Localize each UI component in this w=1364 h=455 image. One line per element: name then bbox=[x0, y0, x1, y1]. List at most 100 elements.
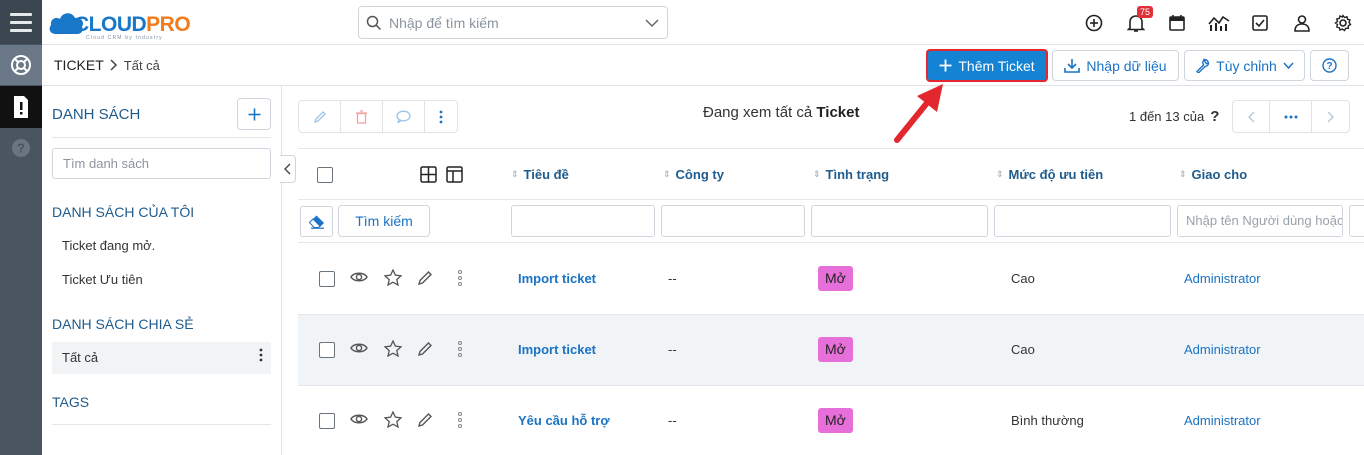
filter-priority-input[interactable] bbox=[994, 205, 1171, 237]
column-header-title[interactable]: ⇕ Tiêu đề bbox=[511, 167, 569, 182]
ticket-assignee-link[interactable]: Administrator bbox=[1184, 413, 1261, 428]
filter-company-input[interactable] bbox=[661, 205, 805, 237]
list-panel: DANH SÁCH Tìm danh sách DANH SÁCH CỦA TÔ… bbox=[42, 86, 282, 455]
user-profile-icon[interactable] bbox=[1281, 0, 1323, 45]
pager-total-help[interactable]: ? bbox=[1210, 108, 1219, 125]
add-circle-icon[interactable] bbox=[1074, 0, 1116, 45]
chevron-down-icon[interactable] bbox=[637, 18, 667, 28]
ticket-title-link[interactable]: Import ticket bbox=[518, 271, 596, 286]
more-vertical-icon[interactable] bbox=[458, 412, 462, 431]
add-ticket-button[interactable]: Thêm Ticket bbox=[926, 49, 1048, 82]
breadcrumb-view: Tất cả bbox=[123, 57, 160, 73]
ticket-module-icon[interactable] bbox=[0, 86, 42, 128]
clear-filter-eraser-icon[interactable] bbox=[300, 206, 333, 237]
comment-icon[interactable] bbox=[383, 101, 425, 132]
ticket-title-link[interactable]: Yêu cầu hỗ trợ bbox=[518, 413, 610, 428]
table-row[interactable]: Import ticket -- Mở Cao Administrator bbox=[298, 244, 1364, 315]
list-search-input[interactable]: Tìm danh sách bbox=[52, 148, 271, 179]
wrench-icon bbox=[1196, 58, 1210, 73]
ticket-priority: Bình thường bbox=[1011, 413, 1084, 428]
row-checkbox[interactable] bbox=[319, 342, 335, 358]
divider bbox=[52, 137, 271, 138]
breadcrumb-bar: TICKET Tất cả Thêm Ticket Nhập dữ liệu T… bbox=[42, 45, 1364, 86]
filter-title-input[interactable] bbox=[511, 205, 655, 237]
pager-text: 1 đến 13 của bbox=[1129, 109, 1205, 124]
pager-info: 1 đến 13 của? bbox=[1129, 108, 1219, 125]
list-item-open-tickets[interactable]: Ticket đang mở. bbox=[52, 230, 271, 262]
page-jump-button[interactable] bbox=[1270, 101, 1312, 132]
status-badge: Mở bbox=[818, 337, 853, 362]
more-vertical-icon[interactable] bbox=[458, 341, 462, 360]
notification-bell-icon[interactable]: 75 bbox=[1115, 0, 1157, 45]
cloudpro-logo[interactable]: CLOUDPRO Cloud CRM by Industry bbox=[48, 6, 208, 41]
tasks-checkbox-icon[interactable] bbox=[1240, 0, 1282, 45]
menu-icon[interactable] bbox=[0, 0, 42, 44]
breadcrumb-module[interactable]: TICKET bbox=[54, 57, 104, 73]
filter-assignee-input[interactable]: Nhập tên Người dùng hoặc Nhóm bbox=[1177, 205, 1343, 237]
edit-pencil-icon[interactable] bbox=[417, 341, 433, 360]
chevron-left-icon bbox=[1247, 111, 1254, 122]
add-list-button[interactable] bbox=[237, 98, 271, 130]
view-eye-icon[interactable] bbox=[350, 412, 368, 429]
search-input[interactable]: Nhập để tìm kiếm bbox=[389, 15, 637, 31]
star-icon[interactable] bbox=[383, 410, 403, 431]
view-eye-icon[interactable] bbox=[350, 341, 368, 358]
question-circle-icon: ? bbox=[1322, 58, 1337, 73]
filter-status-input[interactable] bbox=[811, 205, 988, 237]
ticket-title-link[interactable]: Import ticket bbox=[518, 342, 596, 357]
view-eye-icon[interactable] bbox=[350, 270, 368, 287]
search-icon bbox=[359, 15, 389, 31]
more-vertical-icon[interactable] bbox=[259, 342, 263, 374]
table-row[interactable]: Yêu cầu hỗ trợ -- Mở Bình thường Adminis… bbox=[298, 386, 1364, 455]
plus-icon bbox=[939, 59, 952, 72]
ticket-assignee-link[interactable]: Administrator bbox=[1184, 342, 1261, 357]
help-icon[interactable]: ? bbox=[0, 128, 42, 168]
select-all-checkbox[interactable] bbox=[317, 167, 333, 183]
annotation-arrow-icon bbox=[894, 84, 943, 143]
list-item-all-label: Tất cả bbox=[62, 350, 99, 365]
list-item-all[interactable]: Tất cả bbox=[52, 342, 271, 374]
star-icon[interactable] bbox=[383, 339, 403, 360]
ticket-company: -- bbox=[668, 413, 677, 428]
prev-page-button[interactable] bbox=[1233, 101, 1270, 132]
column-header-priority[interactable]: ⇕ Mức độ ưu tiên bbox=[996, 167, 1103, 182]
more-vertical-icon[interactable] bbox=[425, 101, 457, 132]
ticket-company: -- bbox=[668, 271, 677, 286]
ticket-assignee-link[interactable]: Administrator bbox=[1184, 271, 1261, 286]
column-header-assignee[interactable]: ⇕ Giao cho bbox=[1179, 167, 1247, 182]
help-button[interactable]: ? bbox=[1310, 50, 1349, 81]
sort-icon: ⇕ bbox=[511, 169, 519, 179]
reports-chart-icon[interactable] bbox=[1198, 0, 1240, 45]
column-header-company[interactable]: ⇕ Công ty bbox=[663, 167, 724, 182]
row-checkbox[interactable] bbox=[319, 413, 335, 429]
sort-icon: ⇕ bbox=[663, 169, 671, 179]
list-item-priority-tickets[interactable]: Ticket Ưu tiên bbox=[52, 264, 271, 296]
more-vertical-icon[interactable] bbox=[458, 270, 462, 289]
delete-trash-icon[interactable] bbox=[341, 101, 383, 132]
next-page-button[interactable] bbox=[1312, 101, 1349, 132]
settings-gear-icon[interactable] bbox=[1323, 0, 1364, 45]
sort-icon: ⇕ bbox=[996, 169, 1004, 179]
row-checkbox[interactable] bbox=[319, 271, 335, 287]
edit-pencil-icon[interactable] bbox=[417, 412, 433, 431]
pagination bbox=[1232, 100, 1350, 133]
chevron-right-icon bbox=[1327, 111, 1334, 122]
add-ticket-label: Thêm Ticket bbox=[958, 57, 1035, 74]
logo-text: CLOUDPRO bbox=[74, 13, 191, 36]
calendar-icon[interactable] bbox=[1157, 0, 1199, 45]
star-icon[interactable] bbox=[383, 268, 403, 289]
global-search[interactable]: Nhập để tìm kiếm bbox=[358, 6, 668, 39]
import-data-button[interactable]: Nhập dữ liệu bbox=[1052, 50, 1179, 81]
chevron-right-icon bbox=[110, 59, 117, 71]
edit-pencil-icon[interactable] bbox=[417, 270, 433, 289]
column-header-status[interactable]: ⇕ Tình trạng bbox=[813, 167, 889, 182]
more-horizontal-icon bbox=[1284, 115, 1297, 118]
support-lifebuoy-icon[interactable] bbox=[0, 45, 42, 85]
table-row[interactable]: Import ticket -- Mở Cao Administrator bbox=[298, 315, 1364, 386]
grid-layout-icon[interactable] bbox=[420, 166, 437, 186]
filter-search-button[interactable]: Tìm kiếm bbox=[338, 205, 430, 237]
column-layout-icon[interactable] bbox=[446, 166, 463, 186]
customize-button[interactable]: Tùy chỉnh bbox=[1184, 50, 1305, 81]
edit-icon[interactable] bbox=[299, 101, 341, 132]
filter-extra-input[interactable] bbox=[1349, 205, 1364, 237]
